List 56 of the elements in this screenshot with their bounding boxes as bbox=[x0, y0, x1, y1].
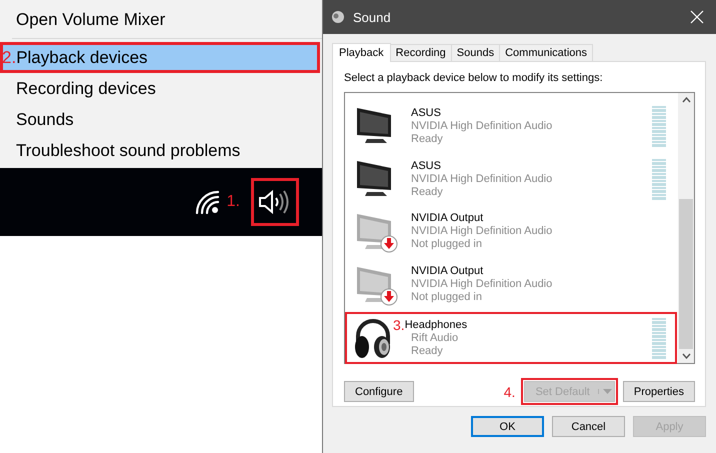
device-name: ASUS bbox=[411, 160, 441, 173]
tab[interactable]: Recording bbox=[390, 44, 452, 61]
wifi-icon[interactable] bbox=[194, 190, 221, 214]
scroll-down-icon[interactable] bbox=[682, 353, 690, 359]
tab[interactable]: Communications bbox=[499, 44, 594, 61]
menu-item[interactable]: Troubleshoot sound problems bbox=[0, 135, 322, 166]
scrollbar[interactable] bbox=[678, 93, 694, 363]
instruction-text: Select a playback device below to modify its settings: bbox=[344, 72, 604, 84]
device-driver: NVIDIA High Definition Audio bbox=[411, 172, 554, 186]
step-number: 2. bbox=[2, 48, 16, 68]
menu-item[interactable]: 2.Playback devices bbox=[0, 42, 320, 73]
window-title: Sound bbox=[353, 10, 392, 24]
device-name: NVIDIA Output bbox=[411, 212, 484, 226]
close-icon[interactable] bbox=[690, 10, 704, 24]
menu-item-label: Open Volume Mixer bbox=[16, 10, 166, 30]
dialog-button[interactable]: Cancel bbox=[552, 416, 625, 437]
scroll-up-icon[interactable] bbox=[682, 97, 690, 103]
device-name: NVIDIA Output bbox=[411, 265, 484, 278]
device-item[interactable]: NVIDIA Output NVIDIA High Definition Audio Not plugged in bbox=[346, 258, 676, 312]
volume-meter bbox=[652, 318, 666, 359]
speaker-icon[interactable] bbox=[254, 181, 296, 223]
dialog-button[interactable]: OK bbox=[471, 416, 544, 437]
device-name: ASUS bbox=[411, 106, 441, 120]
menu-item-label: Recording devices bbox=[16, 78, 156, 98]
device-status: Ready bbox=[411, 132, 444, 146]
device-item[interactable]: 3.Headphones Rift Audio Ready bbox=[346, 313, 676, 363]
volume-meter bbox=[652, 106, 666, 147]
menu-item-label: Playback devices bbox=[16, 48, 148, 68]
device-button[interactable]: Properties bbox=[622, 381, 695, 402]
menu-item[interactable]: Open Volume Mixer bbox=[0, 4, 322, 35]
tab[interactable]: Playback bbox=[332, 43, 391, 62]
headphones-icon bbox=[353, 316, 393, 360]
device-driver: Rift Audio bbox=[411, 332, 460, 345]
device-item[interactable]: NVIDIA Output NVIDIA High Definition Audio Not plugged in bbox=[346, 206, 676, 258]
menu-item[interactable]: Sounds bbox=[0, 104, 322, 135]
device-driver: NVIDIA High Definition Audio bbox=[411, 225, 554, 238]
device-name: Headphones bbox=[404, 318, 468, 332]
caret-icon bbox=[598, 389, 612, 394]
device-item[interactable]: ASUS NVIDIA High Definition Audio Ready bbox=[346, 152, 676, 206]
device-driver: NVIDIA High Definition Audio bbox=[411, 120, 554, 133]
step-number: 3. bbox=[393, 318, 405, 332]
step-number: 4. bbox=[504, 384, 516, 400]
step-number: 1. bbox=[226, 193, 240, 211]
speaker-app-icon bbox=[331, 10, 345, 24]
device-status: Ready bbox=[411, 186, 444, 199]
device-status: Not plugged in bbox=[411, 238, 483, 252]
menu-item-label: Troubleshoot sound problems bbox=[16, 140, 240, 160]
device-driver: NVIDIA High Definition Audio bbox=[411, 278, 554, 292]
device-status: Not plugged in bbox=[411, 291, 483, 304]
device-status: Ready bbox=[411, 344, 444, 358]
menu-item[interactable]: Recording devices bbox=[0, 73, 322, 104]
device-button[interactable]: Configure bbox=[344, 381, 414, 402]
device-item[interactable]: ASUS NVIDIA High Definition Audio Ready bbox=[346, 100, 676, 153]
scroll-thumb[interactable] bbox=[679, 199, 693, 349]
volume-meter bbox=[652, 158, 666, 200]
menu-item-label: Sounds bbox=[16, 110, 74, 130]
